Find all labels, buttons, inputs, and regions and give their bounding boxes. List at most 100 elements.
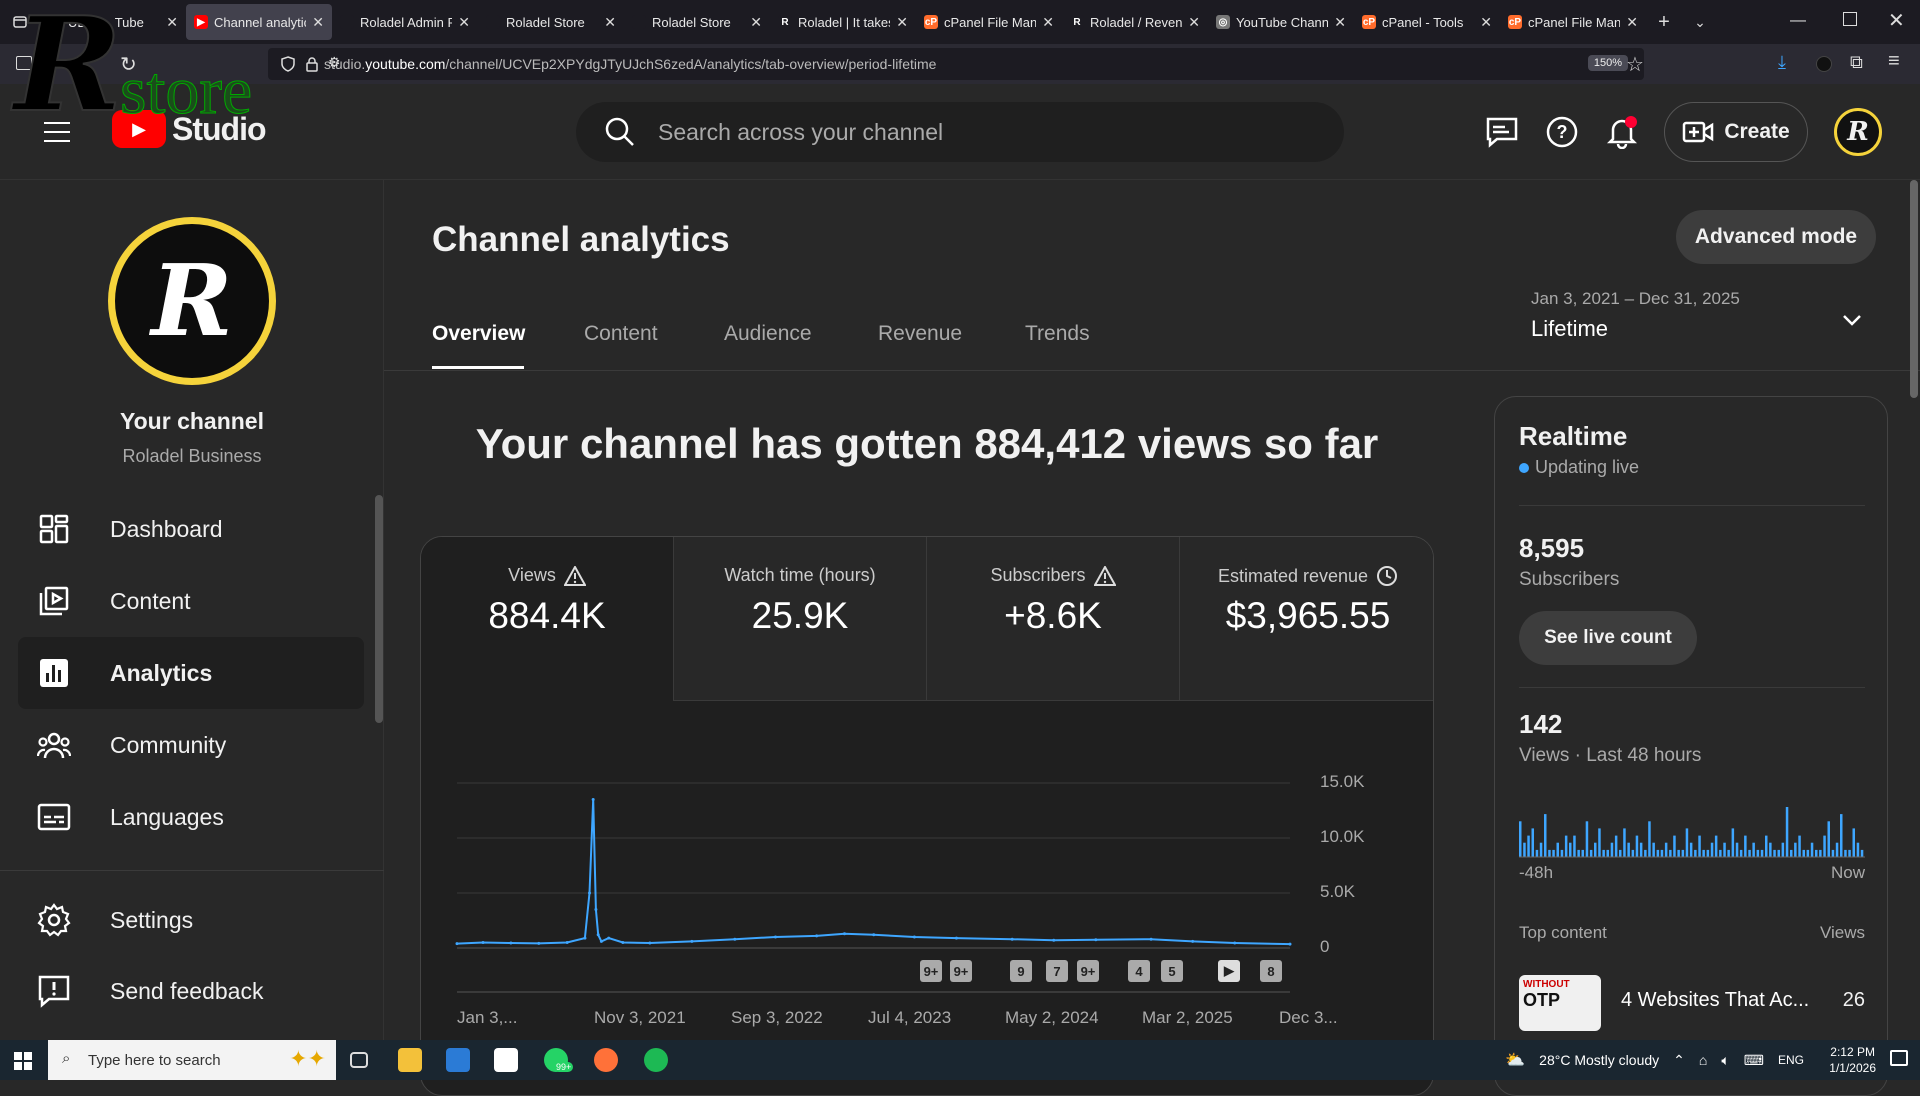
close-tab-icon[interactable]: ✕ [1188, 14, 1200, 31]
see-live-count-button[interactable]: See live count [1519, 611, 1697, 665]
store-icon[interactable] [446, 1048, 470, 1072]
chart-event-marker[interactable]: 9 [1010, 960, 1032, 982]
file-explorer-icon[interactable] [398, 1048, 422, 1072]
chart-event-marker[interactable]: 4 [1128, 960, 1150, 982]
url-bar[interactable]: ⚙ studio.youtube.com/channel/UCVEp2XPYdg… [268, 48, 1644, 80]
sidebar-item-dashboard[interactable]: Dashboard [18, 493, 364, 565]
create-button[interactable]: Create [1664, 102, 1808, 162]
restore-button[interactable] [1843, 12, 1857, 26]
account-icon[interactable] [1816, 56, 1832, 72]
browser-tab[interactable]: R Roladel / Revenu ✕ [1062, 4, 1208, 40]
browser-tab[interactable]: ▶ Channel analytic ✕ [186, 4, 332, 40]
chart-event-marker[interactable]: 5 [1161, 960, 1183, 982]
chart-event-marker[interactable]: ▶ [1218, 960, 1240, 982]
account-avatar[interactable]: R [1834, 108, 1882, 156]
new-tab-button[interactable]: + [1646, 11, 1682, 34]
close-tab-icon[interactable]: ✕ [458, 14, 470, 31]
browser-tab[interactable]: R Roladel | It takes ✕ [770, 4, 916, 40]
taskbar-search-input[interactable]: ⌕ Type here to search ✦✦ [48, 1040, 336, 1080]
chart-event-marker[interactable]: 7 [1046, 960, 1068, 982]
help-icon[interactable]: ? [1544, 114, 1580, 150]
close-tab-icon[interactable]: ✕ [1626, 14, 1638, 31]
close-tab-icon[interactable]: ✕ [166, 14, 178, 31]
realtime-bar-chart[interactable] [1519, 797, 1865, 859]
bookmark-star-icon[interactable]: ☆ [1626, 52, 1644, 77]
url-text: studio.youtube.com/channel/UCVEp2XPYdgJT… [324, 56, 936, 72]
close-tab-icon[interactable]: ✕ [750, 14, 762, 31]
metric-views[interactable]: Views 884.4K [421, 537, 674, 701]
sidebar-item-analytics[interactable]: Analytics [18, 637, 364, 709]
capcut-icon[interactable] [494, 1048, 518, 1072]
metric-watch-time[interactable]: Watch time (hours) 25.9K [674, 537, 927, 701]
top-content-title[interactable]: 4 Websites That Ac... [1621, 989, 1809, 1012]
spotify-icon[interactable] [644, 1048, 668, 1072]
minimize-button[interactable]: — [1790, 12, 1810, 32]
advanced-mode-button[interactable]: Advanced mode [1676, 210, 1876, 264]
captions-icon[interactable] [1484, 114, 1520, 150]
tab-content[interactable]: Content [584, 322, 658, 346]
notifications-bell-icon[interactable] [1604, 114, 1640, 150]
tab-audience[interactable]: Audience [724, 322, 812, 346]
notification-center-icon[interactable] [1890, 1050, 1908, 1066]
close-tab-icon[interactable]: ✕ [896, 14, 908, 31]
tab-trends[interactable]: Trends [1025, 322, 1090, 346]
close-tab-icon[interactable]: ✕ [1042, 14, 1054, 31]
chevron-up-icon[interactable]: ⌃ [1673, 1052, 1685, 1069]
metric-estimated-revenue[interactable]: Estimated revenue $3,965.55 [1180, 537, 1433, 701]
search-input[interactable]: Search across your channel [576, 102, 1344, 162]
page-scrollbar[interactable] [1910, 180, 1918, 398]
chart-event-marker[interactable]: 9+ [1077, 960, 1099, 982]
keyboard-icon[interactable]: ⌨ [1744, 1052, 1764, 1069]
realtime-bar [1806, 849, 1810, 857]
extensions-icon[interactable]: ⧉ [1850, 52, 1863, 73]
browser-tab[interactable]: cP cPanel File Mana ✕ [916, 4, 1062, 40]
chevron-down-icon[interactable] [1838, 306, 1866, 334]
sidebar-item-content[interactable]: Content [18, 565, 364, 637]
tab-overflow-icon[interactable]: ⌄ [1682, 14, 1718, 31]
weather-text[interactable]: 28°C Mostly cloudy [1539, 1052, 1659, 1068]
close-tab-icon[interactable]: ✕ [1480, 14, 1492, 31]
channel-avatar[interactable]: R [108, 217, 276, 385]
system-clock[interactable]: 2:12 PM 1/1/2026 [1829, 1044, 1876, 1076]
sidebar-item-settings[interactable]: Settings [18, 884, 364, 956]
realtime-bar [1773, 849, 1776, 857]
tab-favicon-icon [632, 15, 646, 29]
chart-event-marker[interactable]: 8 [1260, 960, 1282, 982]
browser-tab[interactable]: Roladel Admin Panel ✕ [332, 4, 478, 40]
lock-icon[interactable] [304, 56, 320, 72]
sidebar-scrollbar[interactable] [375, 495, 383, 723]
close-tab-icon[interactable]: ✕ [1334, 14, 1346, 31]
browser-tab[interactable]: cP cPanel File Mana ✕ [1500, 4, 1646, 40]
tab-overview[interactable]: Overview [432, 322, 525, 346]
weather-icon[interactable]: ⛅ [1505, 1050, 1525, 1070]
language-indicator[interactable]: ENG [1778, 1053, 1804, 1067]
permissions-icon[interactable]: ⚙ [328, 54, 341, 71]
browser-tab[interactable]: Roladel Store ✕ [624, 4, 770, 40]
volume-icon[interactable]: 🔈︎ [1721, 1052, 1729, 1069]
close-window-button[interactable]: ✕ [1888, 8, 1905, 33]
sidebar-item-send-feedback[interactable]: Send feedback [18, 955, 364, 1027]
menu-icon[interactable]: ≡ [1888, 50, 1900, 73]
metric-subscribers[interactable]: Subscribers +8.6K [927, 537, 1180, 701]
network-icon[interactable]: ⌂ [1699, 1052, 1707, 1068]
shield-icon[interactable] [280, 56, 296, 72]
realtime-bar [1681, 849, 1685, 857]
download-icon[interactable]: ⤓ [1778, 52, 1786, 73]
browser-tab[interactable]: ◎ YouTube Channe ✕ [1208, 4, 1354, 40]
realtime-bar [1602, 849, 1605, 857]
task-view-icon[interactable] [350, 1052, 368, 1068]
tab-revenue[interactable]: Revenue [878, 322, 962, 346]
realtime-bar [1739, 849, 1743, 857]
sidebar-item-community[interactable]: Community [18, 709, 364, 781]
chart-event-marker[interactable]: 9+ [950, 960, 972, 982]
sidebar-item-languages[interactable]: Languages [18, 781, 364, 853]
browser-tab[interactable]: Roladel Store ✕ [478, 4, 624, 40]
close-tab-icon[interactable]: ✕ [312, 14, 324, 31]
firefox-icon[interactable] [594, 1048, 618, 1072]
windows-start-icon[interactable] [14, 1052, 32, 1070]
top-content-thumbnail[interactable]: WITHOUT OTP [1519, 975, 1601, 1031]
close-tab-icon[interactable]: ✕ [604, 14, 616, 31]
chart-event-marker[interactable]: 9+ [920, 960, 942, 982]
browser-tab[interactable]: cP cPanel - Tools ✕ [1354, 4, 1500, 40]
zoom-indicator[interactable]: 150% [1587, 55, 1628, 71]
